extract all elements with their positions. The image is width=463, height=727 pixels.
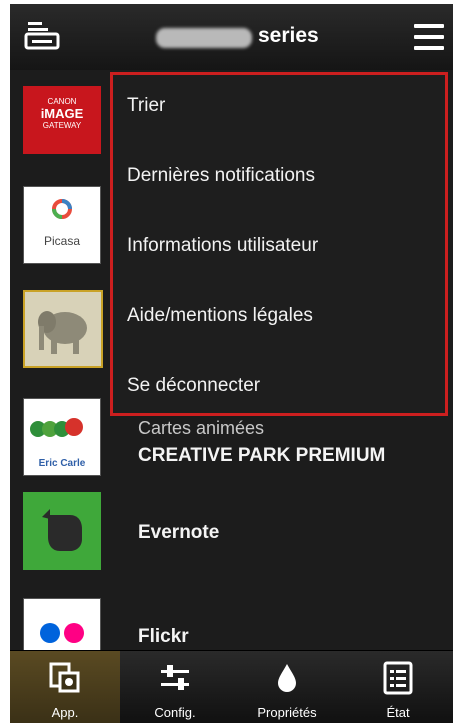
apps-icon	[49, 662, 80, 693]
caterpillar-icon	[30, 418, 83, 437]
picasa-logo-icon	[52, 199, 72, 219]
elephant-thumb	[23, 290, 103, 368]
tab-config[interactable]: Config.	[120, 651, 230, 723]
ink-drop-icon	[278, 664, 296, 692]
evernote-label: Evernote	[138, 522, 220, 543]
page-title: series	[258, 24, 319, 47]
menu-item-help-legal[interactable]: Aide/mentions légales	[127, 305, 313, 327]
creative-park-thumb: Eric Carle	[23, 398, 101, 476]
checklist-icon	[383, 661, 413, 695]
bottom-tab-bar: App. Config. Propriétés État	[10, 650, 453, 723]
elephant-icon	[38, 311, 87, 354]
app-screen: series CANON iMAGE GATEWAY Picasa Eric C…	[10, 4, 453, 723]
tab-properties[interactable]: Propriétés	[232, 651, 342, 723]
menu-item-user-info[interactable]: Informations utilisateur	[127, 235, 318, 257]
hamburger-menu-icon[interactable]	[414, 24, 444, 50]
tab-status[interactable]: État	[343, 651, 453, 723]
menu-item-logout[interactable]: Se déconnecter	[127, 375, 260, 397]
sliders-icon	[161, 665, 189, 690]
menu-item-trier[interactable]: Trier	[127, 95, 165, 117]
flickr-dots-icon	[40, 623, 84, 643]
picasa-thumb: Picasa	[23, 186, 101, 264]
evernote-elephant-icon	[42, 509, 82, 551]
flickr-label: Flickr	[138, 626, 189, 647]
tab-apps[interactable]: App.	[10, 651, 120, 723]
canon-image-gateway-thumb: CANON iMAGE GATEWAY	[23, 86, 101, 154]
flickr-thumb	[23, 598, 101, 656]
evernote-thumb	[23, 492, 101, 570]
overflow-menu: Trier Dernières notifications Informatio…	[110, 72, 448, 416]
creative-park-label: Cartes animées CREATIVE PARK PREMIUM	[138, 418, 386, 466]
list-item[interactable]: Evernote	[10, 470, 453, 570]
printer-icon[interactable]	[24, 20, 60, 54]
header-bar: series	[10, 4, 453, 70]
menu-item-notifications[interactable]: Dernières notifications	[127, 165, 315, 187]
printer-name-obscured	[156, 28, 252, 48]
